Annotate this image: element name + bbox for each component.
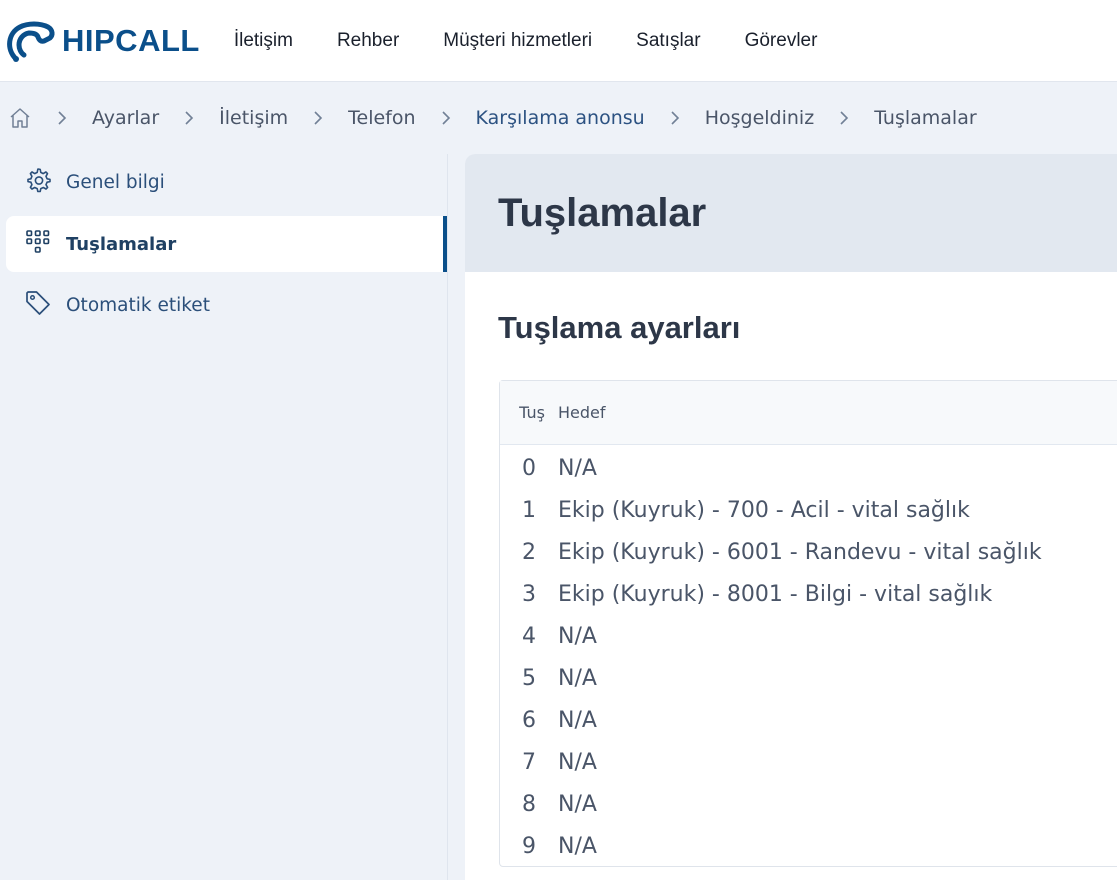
table-row: 5 N/A: [500, 657, 1117, 699]
sidebar-item-label: Otomatik etiket: [66, 294, 210, 316]
top-navigation-bar: HIPCALL İletişim Rehber Müşteri hizmetle…: [0, 0, 1117, 82]
target-cell: N/A: [558, 623, 597, 649]
key-cell: 0: [522, 455, 536, 481]
breadcrumb-ayarlar[interactable]: Ayarlar: [92, 107, 159, 129]
key-cell: 3: [522, 581, 536, 607]
nav-item-gorevler[interactable]: Görevler: [745, 30, 818, 52]
breadcrumb-telefon[interactable]: Telefon: [348, 107, 415, 129]
keypad-icon: [24, 228, 52, 260]
target-cell: Ekip (Kuyruk) - 8001 - Bilgi - vital sağ…: [558, 581, 993, 607]
nav-item-satislar[interactable]: Satışlar: [636, 30, 700, 52]
key-cell: 7: [522, 749, 536, 775]
sidebar-item-genel-bilgi[interactable]: Genel bilgi: [6, 154, 447, 210]
table-row: 3 Ekip (Kuyruk) - 8001 - Bilgi - vital sa…: [500, 573, 1117, 615]
target-cell: N/A: [558, 749, 597, 775]
target-cell: N/A: [558, 833, 597, 859]
key-cell: 4: [522, 623, 536, 649]
table-row: 4 N/A: [500, 615, 1117, 657]
target-cell: Ekip (Kuyruk) - 700 - Acil - vital sağlı…: [558, 497, 970, 523]
chevron-right-icon: [838, 110, 850, 126]
hipcall-logo[interactable]: HIPCALL: [4, 19, 200, 63]
key-cell: 1: [522, 497, 536, 523]
target-cell: Ekip (Kuyruk) - 6001 - Randevu - vital s…: [558, 539, 1042, 565]
key-cell: 2: [522, 539, 536, 565]
home-icon[interactable]: [8, 106, 32, 130]
target-cell: N/A: [558, 707, 597, 733]
nav-item-iletisim[interactable]: İletişim: [234, 30, 293, 52]
gear-icon: [24, 166, 52, 198]
brand-name: HIPCALL: [62, 22, 200, 58]
sidebar-item-label: Tuşlamalar: [66, 233, 177, 255]
column-header-hedef: Hedef: [558, 403, 606, 422]
table-row: 8 N/A: [500, 783, 1117, 825]
table-row: 7 N/A: [500, 741, 1117, 783]
breadcrumb-karsilama-anonsu[interactable]: Karşılama anonsu: [476, 107, 645, 129]
page-header: Tuşlamalar: [465, 154, 1117, 272]
table-row: 6 N/A: [500, 699, 1117, 741]
sidebar-item-tuslamalar[interactable]: Tuşlamalar: [6, 216, 447, 272]
target-cell: N/A: [558, 665, 597, 691]
key-cell: 8: [522, 791, 536, 817]
section-title: Tuşlama ayarları: [498, 310, 741, 345]
phone-logo-icon: [7, 21, 55, 62]
chevron-right-icon: [440, 110, 452, 126]
target-cell: N/A: [558, 791, 597, 817]
chevron-right-icon: [56, 110, 68, 126]
table-row: 0 N/A: [500, 447, 1117, 489]
main-panel: Tuşlamalar Tuşlama ayarları Tuş Hedef 0N…: [465, 154, 1117, 880]
nav-item-rehber[interactable]: Rehber: [337, 30, 399, 52]
sidebar-item-label: Genel bilgi: [66, 171, 165, 193]
column-header-tus: Tuş: [519, 403, 545, 422]
breadcrumb-hosgeldiniz[interactable]: Hoşgeldiniz: [705, 107, 814, 129]
key-cell: 5: [522, 665, 536, 691]
table-body: 0 N/A 1 Ekip (Kuyruk) - 700 - Acil - vital…: [500, 445, 1117, 867]
nav-item-musteri-hizmetleri[interactable]: Müşteri hizmetleri: [443, 30, 592, 52]
target-cell: N/A: [558, 455, 597, 481]
page-title: Tuşlamalar: [498, 190, 707, 235]
key-cell: 9: [522, 833, 536, 859]
settings-sidebar: Genel bilgi Tuşlamalar Otomatik etiket: [0, 154, 448, 880]
keypad-table: Tuş Hedef 0 N/A 1 Ekip (Kuyruk) - 700 - Ac…: [499, 380, 1117, 867]
table-row: 1 Ekip (Kuyruk) - 700 - Acil - vital sağl…: [500, 489, 1117, 531]
breadcrumb: Ayarlar İletişim Telefon Karşılama anons…: [0, 82, 1117, 154]
chevron-right-icon: [669, 110, 681, 126]
table-row: 2 Ekip (Kuyruk) - 6001 - Randevu - vital …: [500, 531, 1117, 573]
chevron-right-icon: [183, 110, 195, 126]
breadcrumb-iletisim[interactable]: İletişim: [219, 107, 288, 129]
main-nav: İletişim Rehber Müşteri hizmetleri Satış…: [234, 30, 862, 52]
tag-icon: [24, 289, 52, 321]
sidebar-item-otomatik-etiket[interactable]: Otomatik etiket: [6, 277, 447, 333]
table-header: Tuş Hedef: [500, 381, 1117, 445]
chevron-right-icon: [312, 110, 324, 126]
key-cell: 6: [522, 707, 536, 733]
table-row: 9 N/A: [500, 825, 1117, 867]
breadcrumb-tuslamalar: Tuşlamalar: [874, 107, 977, 129]
